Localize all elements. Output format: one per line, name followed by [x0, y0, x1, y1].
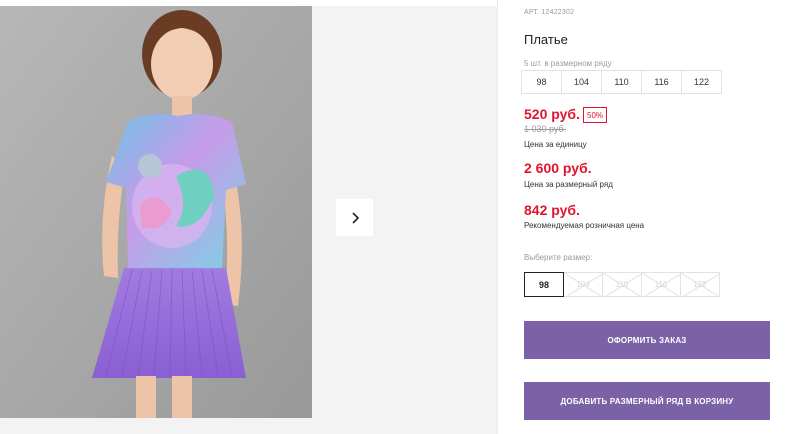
- old-price: 1 030 руб.: [524, 124, 567, 134]
- size-picker-label: Выберите размер:: [524, 253, 593, 262]
- add-size-row-to-cart-button[interactable]: ДОБАВИТЬ РАЗМЕРНЫЙ РЯД В КОРЗИНУ: [524, 382, 770, 420]
- size-row-item: 98: [521, 70, 562, 94]
- panel-divider: [497, 0, 498, 434]
- size-row-label: 5 шт. в размерном ряду: [524, 59, 612, 68]
- unit-price: 520 руб.: [524, 106, 580, 122]
- rrp-price-caption: Рекомендуемая розничная цена: [524, 221, 645, 230]
- size-option-116: 116: [641, 272, 681, 297]
- size-row-item: 110: [601, 70, 642, 94]
- product-photo-illustration: [0, 6, 312, 418]
- size-row-item: 116: [641, 70, 682, 94]
- size-picker: 98 104 110 116 122: [524, 272, 720, 297]
- product-photo: [0, 6, 312, 418]
- size-option-110: 110: [602, 272, 642, 297]
- unavailable-cross-icon: [642, 273, 680, 296]
- size-option-122: 122: [680, 272, 720, 297]
- article-number: АРТ. 12422302: [524, 9, 575, 16]
- unit-price-caption: Цена за единицу: [524, 140, 587, 149]
- size-row-list: 98 104 110 116 122: [521, 70, 722, 94]
- rrp-price: 842 руб.: [524, 202, 580, 218]
- discount-badge: 50%: [583, 107, 608, 123]
- row-price: 2 600 руб.: [524, 160, 592, 176]
- chevron-right-icon: [351, 211, 359, 224]
- unavailable-cross-icon: [564, 273, 602, 296]
- size-option-104: 104: [563, 272, 603, 297]
- product-gallery: [0, 6, 497, 434]
- place-order-button[interactable]: ОФОРМИТЬ ЗАКАЗ: [524, 321, 770, 359]
- unavailable-cross-icon: [603, 273, 641, 296]
- size-row-item: 122: [681, 70, 722, 94]
- size-row-item: 104: [561, 70, 602, 94]
- product-title: Платье: [524, 32, 568, 47]
- row-price-caption: Цена за размерный ряд: [524, 180, 613, 189]
- next-image-button[interactable]: [336, 199, 373, 236]
- unavailable-cross-icon: [681, 273, 719, 296]
- size-option-98[interactable]: 98: [524, 272, 564, 297]
